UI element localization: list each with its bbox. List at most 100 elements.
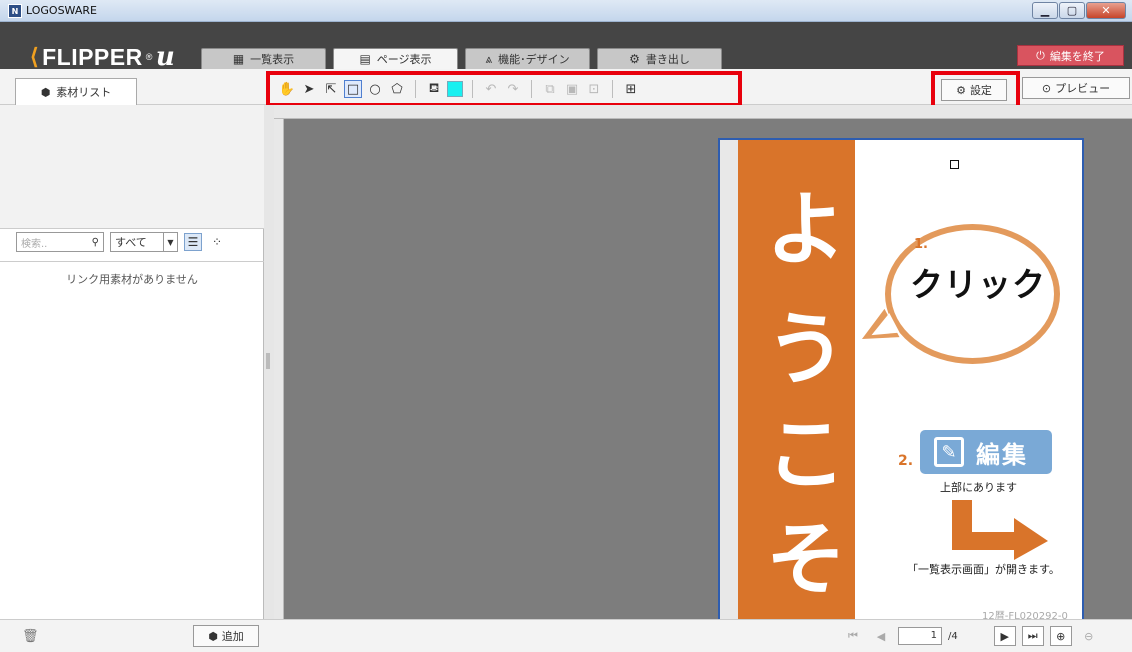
add-cube-icon: ⬢ — [208, 629, 218, 643]
tab-label: 一覧表示 — [250, 53, 295, 66]
cube-icon: ⬢ — [40, 85, 51, 99]
polygon-tool-icon[interactable]: ⬠ — [388, 80, 406, 98]
settings-label: 設定 — [969, 84, 992, 97]
main-tabs: ▦ 一覧表示 ▤ ページ表示 ⩓ 機能･デザイン ⚙ 書き出し — [201, 48, 722, 69]
settings-button[interactable]: ⚙ 設定 — [941, 79, 1007, 101]
title-bar: N LOGOSWARE ▁ ▢ ✕ — [0, 0, 1132, 22]
asset-list-label: 素材リスト — [56, 86, 112, 99]
direct-select-icon[interactable]: ⇱ — [322, 80, 340, 98]
bottom-bar: 🗑 ⬢ 追加 ⏮ ◀ 1 /4 ▶ ⏭ ⊕ ⊖ — [0, 619, 1132, 652]
vertical-char: う — [766, 303, 846, 396]
app-logo: ⟨ FLIPPER ® u — [30, 42, 176, 72]
toolbar-divider — [472, 80, 473, 98]
step-one-number: 1. — [914, 237, 928, 252]
maximize-button[interactable]: ▢ — [1059, 2, 1085, 19]
power-icon: ⏻ — [1036, 48, 1045, 62]
settings-highlight: ⚙ 設定 — [931, 71, 1020, 109]
tab-export[interactable]: ⚙ 書き出し — [597, 48, 722, 69]
window-controls: ▁ ▢ ✕ — [1032, 2, 1126, 19]
tab-page-view[interactable]: ▤ ページ表示 — [333, 48, 458, 69]
rectangle-tool-icon[interactable]: □ — [344, 80, 362, 98]
step-two-number: 2. — [898, 453, 914, 469]
page-icon: ▤ — [359, 52, 371, 66]
chevron-down-icon: ▼ — [163, 233, 177, 251]
app-logo-icon: N — [8, 4, 22, 18]
page-number-input[interactable]: 1 — [898, 627, 942, 645]
toolbar-divider — [415, 80, 416, 98]
search-placeholder: 検索.. — [21, 238, 48, 250]
page-total: /4 — [948, 630, 958, 642]
resize-handle[interactable] — [950, 160, 959, 169]
zoom-out-icon[interactable]: ⊖ — [1078, 626, 1100, 646]
fill-bucket-icon[interactable]: ⛾ — [425, 80, 443, 98]
filter-select[interactable]: すべて ▼ — [110, 232, 178, 252]
turn-arrow-icon — [952, 500, 1048, 560]
tab-label: ページ表示 — [376, 53, 432, 66]
canvas-workspace[interactable]: よ う こ そ 1. クリック ✎ 編集 2. 上部にあります 「一覧表示画面」… — [284, 119, 1132, 624]
fill-color-swatch[interactable] — [447, 81, 463, 97]
close-icon: ✕ — [1101, 4, 1111, 17]
minimize-button[interactable]: ▁ — [1032, 2, 1058, 19]
close-button[interactable]: ✕ — [1086, 2, 1126, 19]
tab-label: 書き出し — [645, 53, 690, 66]
end-edit-button[interactable]: ⏻ 編集を終了 — [1017, 45, 1124, 66]
toolbar-divider — [531, 80, 532, 98]
design-icon: ⩓ — [485, 51, 493, 66]
asset-area — [0, 105, 264, 229]
gear-icon: ⚙ — [956, 83, 966, 97]
duplicate-icon[interactable]: ⊡ — [585, 80, 603, 98]
gears-icon: ⚙ — [629, 52, 640, 66]
page-preview[interactable]: よ う こ そ 1. クリック ✎ 編集 2. 上部にあります 「一覧表示画面」… — [718, 138, 1084, 624]
add-asset-button[interactable]: ⬢ 追加 — [193, 625, 259, 647]
window-title: LOGOSWARE — [26, 4, 97, 17]
zoom-in-icon[interactable]: ⊕ — [1049, 626, 1072, 646]
copy-icon[interactable]: ⧉ — [541, 80, 559, 98]
paste-icon[interactable]: ▣ — [563, 80, 581, 98]
page-properties-icon[interactable]: ⊞ — [622, 80, 640, 98]
pencil-icon: ✎ — [934, 437, 964, 467]
tab-function-design[interactable]: ⩓ 機能･デザイン — [465, 48, 590, 69]
filter-value: すべて — [115, 236, 147, 249]
search-row: 検索.. ⚲ すべて ▼ ☰ ⁘ — [16, 232, 226, 252]
preview-button[interactable]: ⊙ プレビュー — [1022, 77, 1130, 99]
page-edge — [855, 140, 870, 622]
registered-icon: ® — [145, 52, 153, 62]
ellipse-tool-icon[interactable]: ○ — [366, 80, 384, 98]
divider — [0, 261, 264, 262]
vertical-char: そ — [766, 513, 846, 606]
page-canvas: よ う こ そ 1. クリック ✎ 編集 2. 上部にあります 「一覧表示画面」… — [274, 105, 1132, 624]
logo-swoosh-icon: ⟨ — [30, 44, 40, 69]
first-page-icon[interactable]: ⏮ — [842, 626, 864, 646]
top-ruler — [274, 105, 1132, 119]
click-label: クリック — [910, 265, 1046, 304]
hand-tool-icon[interactable]: ✋ — [278, 80, 296, 98]
preview-label: プレビュー — [1055, 82, 1111, 95]
opens-note: 「一覧表示画面」が開きます。 — [907, 563, 1060, 576]
select-arrow-icon[interactable]: ➤ — [300, 80, 318, 98]
list-view-icon[interactable]: ☰ — [184, 233, 202, 251]
tab-asset-list[interactable]: ⬢ 素材リスト — [15, 78, 137, 105]
location-note: 上部にあります — [940, 481, 1017, 494]
logo-suffix: u — [155, 42, 176, 72]
thumbnail-view-icon[interactable]: ⁘ — [208, 233, 226, 251]
redo-icon[interactable]: ↷ — [504, 80, 522, 98]
minimize-icon: ▁ — [1040, 4, 1050, 17]
last-page-icon[interactable]: ⏭ — [1021, 626, 1044, 646]
app-header: ⟨ FLIPPER ® u ▦ 一覧表示 ▤ ページ表示 ⩓ 機能･デザイン ⚙… — [0, 22, 1132, 72]
tab-list-view[interactable]: ▦ 一覧表示 — [201, 48, 326, 69]
splitter-grip[interactable] — [266, 353, 270, 369]
prev-page-icon[interactable]: ◀ — [870, 626, 892, 646]
search-icon: ⚲ — [91, 236, 99, 248]
trash-icon[interactable]: 🗑 — [22, 629, 39, 644]
end-edit-label: 編集を終了 — [1049, 49, 1105, 63]
edit-callout: ✎ 編集 — [920, 430, 1052, 474]
orange-band: よ う こ そ — [720, 140, 870, 622]
page-navigator: ⏮ ◀ 1 /4 ▶ ⏭ ⊕ ⊖ — [842, 626, 1100, 646]
maximize-icon: ▢ — [1066, 4, 1078, 17]
search-input[interactable]: 検索.. ⚲ — [16, 232, 104, 252]
undo-icon[interactable]: ↶ — [482, 80, 500, 98]
toolbar-row: ⬢ 素材リスト ✋ ➤ ⇱ □ ○ ⬠ ⛾ ↶ ↷ ⧉ ▣ ⊡ ⊞ ⚙ 設定 ⊙… — [0, 69, 1132, 109]
next-page-icon[interactable]: ▶ — [993, 626, 1016, 646]
grid-icon: ▦ — [232, 52, 245, 66]
panel-splitter[interactable] — [264, 105, 274, 619]
